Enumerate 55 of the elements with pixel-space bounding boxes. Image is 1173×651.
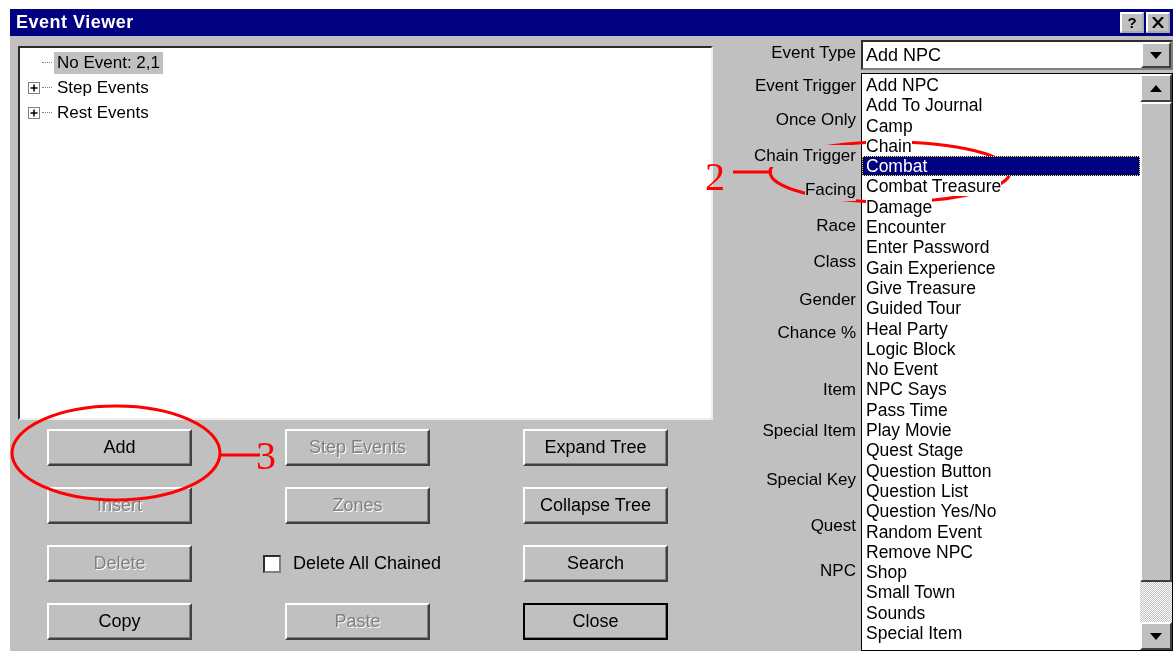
action-button[interactable]: Add: [47, 429, 192, 466]
dropdown-option[interactable]: Question Yes/No: [862, 501, 1140, 522]
dropdown-option[interactable]: No Event: [862, 359, 1140, 380]
field-label: Chain Trigger: [753, 145, 856, 167]
help-button[interactable]: ?: [1120, 12, 1144, 33]
dropdown-button[interactable]: [1141, 42, 1171, 68]
down-arrow-icon: [1150, 51, 1162, 59]
dropdown-option[interactable]: Play Movie: [862, 420, 1140, 441]
action-button[interactable]: Search: [523, 545, 668, 582]
dropdown-option[interactable]: Gain Experience: [862, 257, 1140, 278]
close-button[interactable]: [1146, 12, 1170, 33]
dropdown-option[interactable]: Small Town: [862, 582, 1140, 603]
up-arrow-icon: [1150, 84, 1162, 92]
dropdown-option[interactable]: Combat: [862, 156, 1140, 177]
dropdown-option[interactable]: Question Button: [862, 460, 1140, 481]
dropdown-option[interactable]: Camp: [862, 115, 1140, 136]
dropdown-option[interactable]: Guided Tour: [862, 298, 1140, 319]
close-icon: [1152, 17, 1164, 28]
expand-icon[interactable]: [28, 106, 40, 119]
scrollbar[interactable]: [1140, 74, 1172, 650]
dropdown-option[interactable]: Heal Party: [862, 318, 1140, 339]
dropdown-option[interactable]: NPC Says: [862, 379, 1140, 400]
event-type-dropdown[interactable]: Add NPC: [861, 40, 1173, 70]
action-button[interactable]: Close: [523, 603, 668, 640]
scroll-down-button[interactable]: [1140, 622, 1172, 650]
action-button[interactable]: Copy: [47, 603, 192, 640]
dropdown-option[interactable]: Damage: [862, 196, 1140, 218]
checkbox-label: Delete All Chained: [293, 553, 442, 574]
dropdown-option[interactable]: Special Item: [862, 623, 1140, 644]
dropdown-option[interactable]: Add NPC: [862, 75, 1140, 96]
dropdown-option[interactable]: Shop: [862, 562, 1140, 583]
action-button[interactable]: Expand Tree: [523, 429, 668, 466]
dropdown-option[interactable]: Enter Password: [862, 237, 1140, 258]
tree-item[interactable]: Rest Events: [54, 101, 152, 124]
dropdown-option[interactable]: Quest Stage: [862, 440, 1140, 461]
action-button[interactable]: Collapse Tree: [523, 487, 668, 524]
window-title: Event Viewer: [16, 12, 134, 33]
dropdown-option[interactable]: Logic Block: [862, 338, 1140, 360]
dropdown-option[interactable]: Add To Journal: [862, 95, 1140, 116]
down-arrow-icon: [1150, 632, 1162, 640]
dropdown-option[interactable]: Give Treasure: [862, 277, 1140, 299]
scroll-thumb[interactable]: [1140, 102, 1172, 582]
dropdown-option[interactable]: Encounter: [862, 217, 1140, 238]
expand-icon[interactable]: [28, 81, 40, 94]
checkbox[interactable]: [263, 554, 281, 573]
dropdown-option[interactable]: Remove NPC: [862, 541, 1140, 563]
tree-item[interactable]: Step Events: [54, 76, 152, 99]
dropdown-option[interactable]: Sounds: [862, 602, 1140, 623]
dropdown-option[interactable]: Combat Treasure: [862, 176, 1140, 197]
dropdown-option[interactable]: Chain: [862, 135, 1140, 157]
dropdown-option[interactable]: Random Event: [862, 521, 1140, 542]
dropdown-option[interactable]: Question List: [862, 480, 1140, 502]
dropdown-option[interactable]: Pass Time: [862, 399, 1140, 421]
scroll-up-button[interactable]: [1140, 74, 1172, 102]
tree-item[interactable]: No Event: 2,1: [54, 51, 163, 74]
